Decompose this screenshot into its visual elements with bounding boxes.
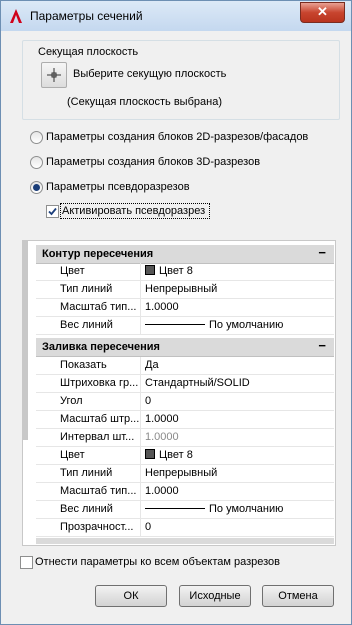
property-value: Непрерывный [145, 283, 218, 295]
property-row[interactable]: Вес линий По умолчанию [36, 501, 334, 519]
property-row[interactable]: Масштаб тип... 1.0000 [36, 299, 334, 317]
property-value-text: По умолчанию [209, 503, 284, 515]
property-row[interactable]: Цвет Цвет 8 [36, 447, 334, 465]
section-header-partial [36, 538, 334, 544]
property-name: Угол [60, 395, 83, 407]
column-divider [140, 393, 141, 410]
property-value: Цвет 8 [145, 265, 193, 277]
title-bar: Параметры сечений ✕ [1, 1, 351, 31]
property-row[interactable]: Вес линий По умолчанию [36, 317, 334, 335]
property-value: Стандартный/SOLID [145, 377, 250, 389]
lineweight-swatch-icon [145, 508, 205, 509]
property-name: Тип линий [60, 467, 113, 479]
activate-live-section-checkbox[interactable] [46, 205, 59, 218]
reset-button[interactable]: Исходные [179, 585, 251, 607]
property-row[interactable]: Показать Да [36, 357, 334, 375]
property-value: 0 [145, 521, 152, 533]
property-name: Масштаб штр... [60, 413, 140, 425]
property-row[interactable]: Масштаб штр... 1.0000 [36, 411, 334, 429]
radio-live-section[interactable] [30, 181, 43, 194]
property-value-text: Цвет 8 [159, 449, 193, 461]
column-divider [140, 263, 141, 280]
checkmark-icon [48, 207, 57, 216]
ok-button[interactable]: ОК [95, 585, 167, 607]
property-value: 1.0000 [145, 413, 179, 425]
color-swatch-icon [145, 265, 155, 275]
property-value: 1.0000 [145, 431, 179, 443]
property-name: Показать [60, 359, 107, 371]
section-plane-group-title: Секущая плоскость [38, 46, 139, 58]
column-divider [140, 375, 141, 392]
property-row[interactable]: Тип линий Непрерывный [36, 281, 334, 299]
section-header-outline[interactable]: Контур пересечения − [36, 245, 334, 264]
property-name: Цвет [60, 265, 85, 277]
vertical-scrollbar[interactable] [22, 240, 28, 440]
radio-2d-blocks-label[interactable]: Параметры создания блоков 2D-разрезов/фа… [46, 131, 308, 143]
property-value: Непрерывный [145, 467, 218, 479]
radio-live-section-label[interactable]: Параметры псевдоразрезов [46, 181, 190, 193]
radio-2d-blocks[interactable] [30, 131, 43, 144]
property-name: Тип линий [60, 283, 113, 295]
close-button[interactable]: ✕ [300, 2, 345, 23]
property-value: 1.0000 [145, 485, 179, 497]
collapse-icon[interactable]: − [318, 245, 326, 260]
section-title: Заливка пересечения [42, 341, 160, 353]
column-divider [140, 501, 141, 518]
column-divider [140, 281, 141, 298]
property-name: Вес линий [60, 503, 113, 515]
column-divider [140, 317, 141, 334]
property-name: Прозрачност... [60, 521, 134, 533]
property-value: По умолчанию [145, 503, 283, 515]
autocad-logo-icon [10, 9, 22, 23]
property-row[interactable]: Угол 0 [36, 393, 334, 411]
pick-section-plane-button[interactable] [41, 62, 67, 88]
property-name: Масштаб тип... [60, 301, 137, 313]
section-plane-status: (Секущая плоскость выбрана) [67, 96, 222, 108]
property-name: Штриховка гр... [60, 377, 139, 389]
property-name: Вес линий [60, 319, 113, 331]
property-row[interactable]: Штриховка гр... Стандартный/SOLID [36, 375, 334, 393]
radio-selected-dot [33, 184, 40, 191]
property-value: 0 [145, 395, 152, 407]
column-divider [140, 429, 141, 446]
color-swatch-icon [145, 449, 155, 459]
section-title: Контур пересечения [42, 248, 154, 260]
property-row[interactable]: Интервал шт... 1.0000 [36, 429, 334, 447]
apply-to-all-checkbox[interactable] [20, 556, 33, 569]
property-value: Да [145, 359, 159, 371]
property-row[interactable]: Тип линий Непрерывный [36, 465, 334, 483]
activate-live-section-label[interactable]: Активировать псевдоразрез [62, 205, 205, 217]
property-value: Цвет 8 [145, 449, 193, 461]
property-name: Интервал шт... [60, 431, 135, 443]
column-divider [140, 357, 141, 374]
property-row[interactable]: Прозрачност... 0 [36, 519, 334, 537]
radio-3d-blocks-label[interactable]: Параметры создания блоков 3D-разрезов [46, 156, 260, 168]
column-divider [140, 299, 141, 316]
section-header-fill[interactable]: Заливка пересечения − [36, 338, 334, 357]
apply-to-all-label[interactable]: Отнести параметры ко всем объектам разре… [35, 556, 280, 568]
column-divider [140, 519, 141, 536]
pick-section-plane-label: Выберите секущую плоскость [73, 68, 227, 80]
property-row[interactable]: Цвет Цвет 8 [36, 263, 334, 281]
property-row[interactable]: Масштаб тип... 1.0000 [36, 483, 334, 501]
column-divider [140, 411, 141, 428]
property-name: Масштаб тип... [60, 485, 137, 497]
property-name: Цвет [60, 449, 85, 461]
window-title: Параметры сечений [30, 9, 143, 23]
column-divider [140, 447, 141, 464]
radio-3d-blocks[interactable] [30, 156, 43, 169]
property-value: По умолчанию [145, 319, 283, 331]
property-value-text: По умолчанию [209, 319, 284, 331]
lineweight-swatch-icon [145, 324, 205, 325]
property-value-text: Цвет 8 [159, 265, 193, 277]
property-value: 1.0000 [145, 301, 179, 313]
cancel-button[interactable]: Отмена [262, 585, 334, 607]
column-divider [140, 465, 141, 482]
crosshair-icon [47, 68, 61, 82]
collapse-icon[interactable]: − [318, 338, 326, 353]
column-divider [140, 483, 141, 500]
